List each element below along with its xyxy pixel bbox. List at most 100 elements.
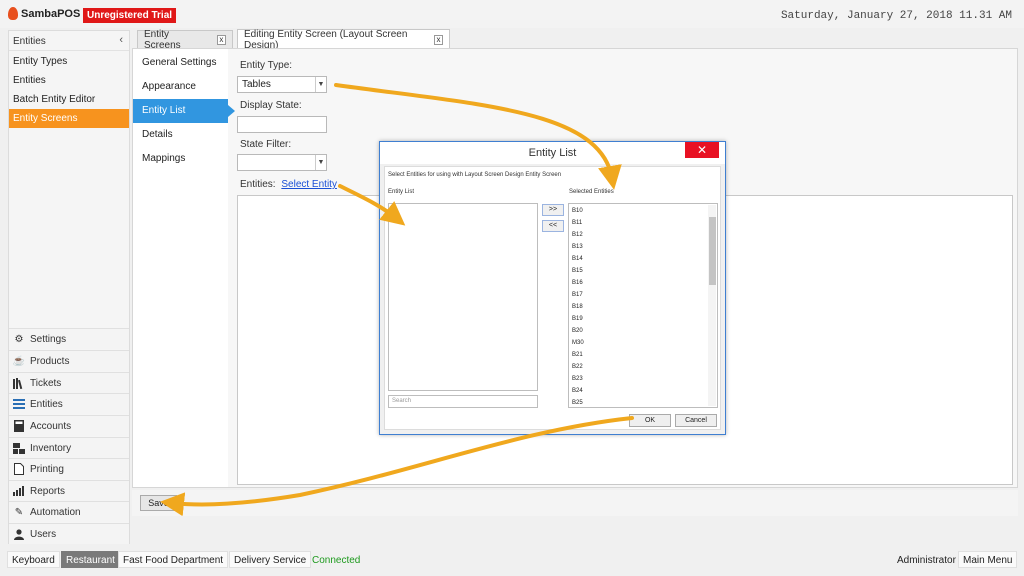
entities-label: Entities: <box>240 179 276 190</box>
trial-badge: Unregistered Trial <box>83 8 177 23</box>
nav-automation-label: Automation <box>30 506 81 518</box>
menu-mappings[interactable]: Mappings <box>133 147 228 171</box>
nav-printing[interactable]: Printing <box>9 458 129 479</box>
app-window: SambaPOS Unregistered Trial Saturday, Ja… <box>0 0 1024 576</box>
tab-entity-screens[interactable]: Entity Screens x <box>137 29 233 51</box>
brand-name: SambaPOS <box>21 7 81 20</box>
state-filter-select[interactable]: ▼ <box>237 154 327 171</box>
user-name: Administrator <box>897 555 956 566</box>
list-item[interactable]: M30 <box>572 337 584 349</box>
calculator-icon <box>13 420 25 432</box>
chevron-down-icon: ▼ <box>315 77 326 92</box>
list-item[interactable]: B25 <box>572 397 583 409</box>
chevron-down-icon: ▼ <box>315 155 326 170</box>
search-input[interactable]: Search <box>388 395 538 408</box>
list-item[interactable]: B12 <box>572 229 583 241</box>
list-item[interactable]: B11 <box>572 217 582 229</box>
list-item[interactable]: B20 <box>572 325 583 337</box>
list-item[interactable]: B17 <box>572 289 583 301</box>
nav-settings[interactable]: ⚙ Settings <box>9 328 129 349</box>
scrollbar-thumb[interactable] <box>709 217 716 285</box>
entity-type-select[interactable]: Tables ▼ <box>237 76 327 93</box>
add-selected-button[interactable]: >> <box>542 204 564 216</box>
menu-general-settings[interactable]: General Settings <box>133 51 228 75</box>
sidebar-header: Entities ‹ <box>9 31 129 51</box>
entity-type-label: Entity Type: <box>240 60 293 71</box>
nav-entities[interactable]: Entities <box>9 393 129 414</box>
menu-details[interactable]: Details <box>133 123 228 147</box>
close-icon[interactable]: ✕ <box>685 142 719 158</box>
list-item[interactable]: B19 <box>572 313 583 325</box>
books-icon <box>13 377 25 389</box>
boxes-icon <box>13 442 25 454</box>
menu-appearance[interactable]: Appearance <box>133 75 228 99</box>
connection-status: Connected <box>312 555 361 566</box>
ok-button[interactable]: OK <box>629 414 671 427</box>
entity-type-value: Tables <box>242 79 271 90</box>
list-item[interactable]: B23 <box>572 373 583 385</box>
fast-food-department-button[interactable]: Fast Food Department <box>118 551 229 568</box>
nav-automation[interactable]: ✎ Automation <box>9 501 129 522</box>
entity-list-label: Entity List <box>388 189 415 195</box>
select-entity-link[interactable]: Select Entity <box>281 179 337 190</box>
tab-editing-entity-screen[interactable]: Editing Entity Screen (Layout Screen Des… <box>237 29 450 51</box>
available-entities-list[interactable] <box>388 203 538 391</box>
collapse-chevron-icon[interactable]: ‹ <box>119 34 123 46</box>
sidebar-title: Entities <box>13 36 46 47</box>
list-item[interactable]: B10 <box>572 205 583 217</box>
list-item[interactable]: B16 <box>572 277 583 289</box>
entity-list-dialog: Entity List ✕ Select Entities for using … <box>379 141 726 435</box>
selected-entities-list[interactable]: B10 B11 B12 B13 B14 B15 B16 B17 B18 B19 … <box>568 203 718 408</box>
save-button[interactable]: Save <box>140 495 177 511</box>
dialog-body: Select Entities for using with Layout Sc… <box>384 166 721 430</box>
nav-printing-label: Printing <box>30 463 64 475</box>
selected-entities-label: Selected Entities <box>569 189 614 195</box>
search-placeholder: Search <box>392 398 412 404</box>
list-item[interactable]: B15 <box>572 265 583 277</box>
document-icon <box>13 463 25 475</box>
list-item[interactable]: B18 <box>572 301 583 313</box>
nav-inventory[interactable]: Inventory <box>9 437 129 458</box>
sidebar-item-entity-types[interactable]: Entity Types <box>9 52 129 71</box>
main-menu-button[interactable]: Main Menu <box>958 551 1018 568</box>
dialog-instructions: Select Entities for using with Layout Sc… <box>388 172 562 178</box>
remove-selected-button[interactable]: << <box>542 220 564 232</box>
sidebar-item-entity-screens[interactable]: Entity Screens <box>9 109 129 128</box>
close-tab-icon[interactable]: x <box>433 34 443 45</box>
nav-accounts[interactable]: Accounts <box>9 415 129 436</box>
flame-icon <box>8 7 18 20</box>
settings-menu: General Settings Appearance Entity List … <box>133 49 235 487</box>
nav-inventory-label: Inventory <box>30 442 72 454</box>
save-bar: Save <box>132 490 1018 516</box>
department-restaurant-button[interactable]: Restaurant <box>61 551 120 568</box>
sidebar: Entities ‹ Entity Types Entities Batch E… <box>8 30 130 544</box>
list-item[interactable]: B21 <box>572 349 583 361</box>
menu-entity-list[interactable]: Entity List <box>133 99 235 123</box>
cancel-button[interactable]: Cancel <box>675 414 717 427</box>
delivery-service-button[interactable]: Delivery Service <box>229 551 312 568</box>
list-item[interactable]: B22 <box>572 361 583 373</box>
sidebar-item-entities[interactable]: Entities <box>9 71 129 90</box>
nav-tickets[interactable]: Tickets <box>9 372 129 393</box>
entities-row: Entities: Select Entity <box>240 179 337 190</box>
close-tab-icon[interactable]: x <box>216 34 226 45</box>
nav-products[interactable]: ☕ Products <box>9 350 129 371</box>
gear-icon: ⚙ <box>14 333 24 345</box>
nav-entities-label: Entities <box>30 398 63 410</box>
nav-accounts-label: Accounts <box>30 420 72 432</box>
nav-settings-label: Settings <box>30 333 67 345</box>
list-item[interactable]: B14 <box>572 253 583 265</box>
list-item[interactable]: B13 <box>572 241 583 253</box>
list-item[interactable]: B24 <box>572 385 583 397</box>
sambapos-logo: SambaPOS <box>8 7 80 20</box>
nav-tickets-label: Tickets <box>30 377 62 389</box>
display-state-input[interactable] <box>237 116 327 133</box>
dialog-title: Entity List <box>380 142 725 164</box>
nav-users[interactable]: Users <box>9 523 129 544</box>
nav-users-label: Users <box>30 528 57 540</box>
nav-reports[interactable]: Reports <box>9 480 129 501</box>
bar-chart-icon <box>13 485 25 497</box>
scrollbar[interactable] <box>708 205 716 406</box>
keyboard-button[interactable]: Keyboard <box>7 551 60 568</box>
sidebar-item-batch-entity-editor[interactable]: Batch Entity Editor <box>9 90 129 109</box>
